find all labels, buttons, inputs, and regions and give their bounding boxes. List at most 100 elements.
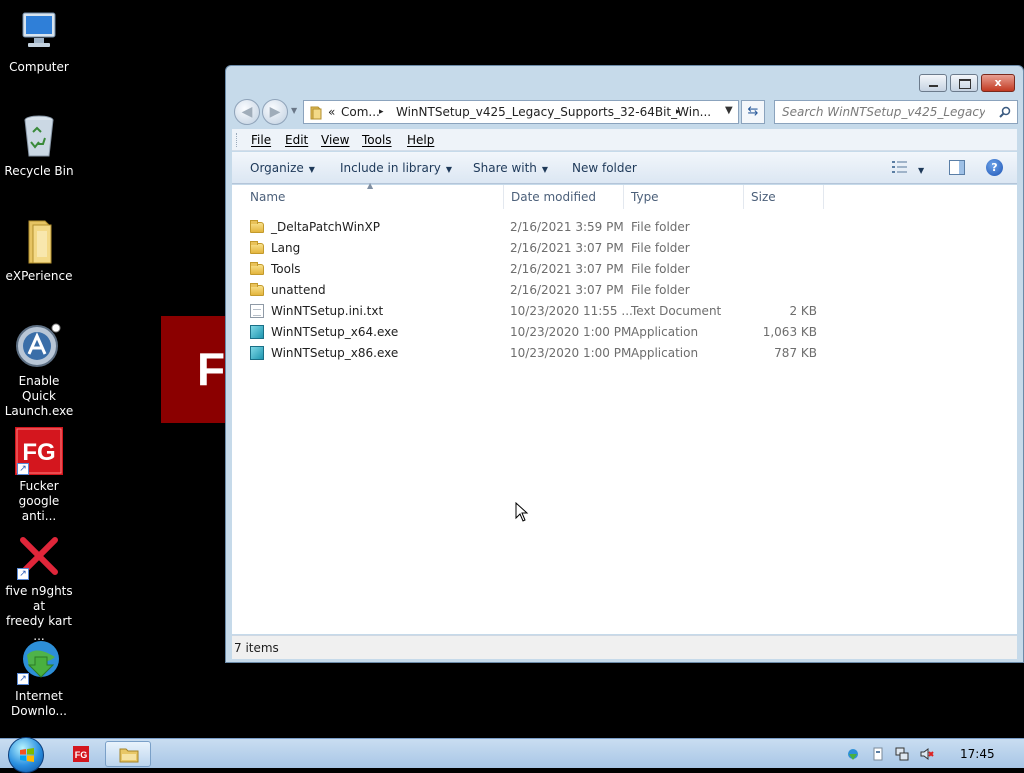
breadcrumb-overflow[interactable]: «: [328, 105, 335, 119]
share-with-button[interactable]: Share with ▼: [473, 161, 548, 175]
fg-app-icon: FG: [73, 746, 89, 762]
file-row[interactable]: unattend 2/16/2021 3:07 PM File folder: [247, 280, 827, 301]
close-button[interactable]: x: [981, 74, 1015, 92]
column-header-date-modified[interactable]: Date modified: [504, 185, 624, 209]
desktop-icon-internet-download-manager[interactable]: ↗ Internet Downlo...: [0, 637, 78, 719]
file-date: 10/23/2020 1:00 PM: [510, 346, 632, 360]
desktop-icon-label: Enable Quick: [18, 374, 60, 403]
recycle-bin-icon: [15, 112, 63, 160]
back-button[interactable]: ◀: [234, 99, 260, 125]
folder-icon: [250, 262, 264, 275]
column-header-name[interactable]: Name: [243, 185, 504, 209]
folder-icon: [250, 283, 264, 296]
file-type: File folder: [631, 241, 690, 255]
menu-view[interactable]: View: [321, 133, 349, 147]
folder-icon: [250, 220, 264, 233]
status-bar: 7 items: [232, 635, 1017, 659]
chevron-down-icon: ▼: [918, 166, 925, 175]
folder-icon: [15, 217, 63, 265]
file-type: File folder: [631, 220, 690, 234]
menu-edit[interactable]: Edit: [285, 133, 308, 147]
network-globe-icon[interactable]: [846, 747, 860, 761]
folder-icon: [119, 748, 139, 763]
refresh-button[interactable]: ⇆: [741, 100, 765, 124]
help-button[interactable]: ?: [986, 159, 1003, 176]
desktop-icon-label: Computer: [9, 60, 69, 74]
recent-pages-dropdown[interactable]: ▼: [291, 106, 297, 115]
column-headers: ▲ Name Date modified Type Size: [232, 181, 1017, 209]
minimize-button[interactable]: [919, 74, 947, 92]
file-name: unattend: [271, 283, 326, 297]
desktop-icon-enable-quick-launch[interactable]: Enable Quick Launch.exe: [0, 322, 78, 419]
system-clock[interactable]: 17:45: [960, 747, 995, 761]
search-box[interactable]: [774, 100, 1018, 124]
change-view-button[interactable]: ▼: [892, 161, 924, 176]
desktop-icon-five-nights-shortcut[interactable]: ↗ five n9ghts at freedy kart ...: [0, 532, 78, 644]
broken-shortcut-icon: ↗: [15, 532, 63, 580]
breadcrumb-current-folder[interactable]: WinNTSetup_v425_Legacy_Supports_32-64Bit…: [396, 105, 711, 119]
file-row[interactable]: WinNTSetup.ini.txt 10/23/2020 11:55 ... …: [247, 301, 827, 322]
shortcut-arrow-icon: ↗: [17, 673, 29, 685]
application-icon: [250, 346, 264, 360]
desktop-icon-experience[interactable]: eXPerience: [0, 217, 78, 284]
file-size: 787 KB: [774, 346, 817, 360]
include-in-library-label: Include in library: [340, 161, 441, 175]
file-row[interactable]: WinNTSetup_x86.exe 10/23/2020 1:00 PM Ap…: [247, 343, 827, 364]
desktop-icon-fg-shortcut[interactable]: FG ↗ Fucker google anti...: [0, 427, 78, 524]
menu-bar: File Edit View Tools Help: [232, 129, 1017, 151]
maximize-button[interactable]: [950, 74, 978, 92]
file-name: WinNTSetup_x86.exe: [271, 346, 399, 360]
breadcrumb-separator[interactable]: ▸: [379, 107, 384, 117]
file-type: File folder: [631, 283, 690, 297]
preview-pane-button[interactable]: [949, 160, 965, 175]
column-header-type[interactable]: Type: [624, 185, 744, 209]
file-name: Tools: [271, 262, 301, 276]
file-type: Application: [631, 346, 699, 360]
file-size: 1,063 KB: [762, 325, 817, 339]
file-row[interactable]: _DeltaPatchWinXP 2/16/2021 3:59 PM File …: [247, 217, 827, 238]
new-folder-button[interactable]: New folder: [572, 161, 637, 175]
desktop-icon-label: Internet: [15, 689, 63, 703]
shortcut-arrow-icon: ↗: [17, 568, 29, 580]
autoit-icon: [15, 322, 63, 370]
desktop-icon-computer[interactable]: Computer: [0, 8, 78, 75]
command-bar: Organize ▼ Include in library ▼ Share with…: [232, 152, 1017, 184]
menu-tools[interactable]: Tools: [362, 133, 392, 147]
forward-button[interactable]: ▶: [262, 99, 288, 125]
organize-button[interactable]: Organize ▼: [250, 161, 315, 175]
file-date: 10/23/2020 11:55 ...: [510, 304, 633, 318]
breadcrumb-separator[interactable]: ▸: [676, 107, 681, 117]
include-in-library-button[interactable]: Include in library ▼: [340, 161, 452, 175]
desktop-icon-recycle-bin[interactable]: Recycle Bin: [0, 112, 78, 179]
menu-file[interactable]: File: [251, 133, 271, 147]
file-row[interactable]: Lang 2/16/2021 3:07 PM File folder: [247, 238, 827, 259]
file-type: Text Document: [631, 304, 722, 318]
breadcrumb-computer[interactable]: Com...: [341, 105, 380, 119]
search-input[interactable]: [775, 101, 985, 123]
menu-grip: [236, 133, 239, 147]
explorer-window: x ◀ ▶ ▼ « Com... ▸ WinNTSetup_v425_Legac…: [225, 65, 1024, 663]
menu-help[interactable]: Help: [407, 133, 434, 147]
file-list[interactable]: ▲ Name Date modified Type Size _DeltaPat…: [232, 181, 1017, 634]
network-icon[interactable]: [895, 747, 909, 761]
file-type: File folder: [631, 262, 690, 276]
taskbar-windows-explorer[interactable]: [105, 741, 151, 767]
title-bar[interactable]: x: [226, 66, 1023, 96]
file-row[interactable]: WinNTSetup_x64.exe 10/23/2020 1:00 PM Ap…: [247, 322, 827, 343]
banner-letter: F: [197, 343, 226, 395]
background-app-window[interactable]: F: [161, 316, 231, 423]
file-date: 10/23/2020 1:00 PM: [510, 325, 632, 339]
navigation-bar: ◀ ▶ ▼ « Com... ▸ WinNTSetup_v425_Legacy_…: [231, 97, 1021, 125]
taskbar-fg-app[interactable]: FG: [58, 741, 104, 767]
taskbar: FG 17:45: [0, 737, 1024, 773]
column-header-size[interactable]: Size: [744, 185, 824, 209]
chevron-down-icon: ▼: [541, 165, 549, 174]
address-dropdown-icon[interactable]: ▼: [725, 105, 733, 116]
safely-remove-hardware-icon[interactable]: [871, 747, 885, 761]
search-icon[interactable]: [999, 106, 1011, 118]
file-name: WinNTSetup.ini.txt: [271, 304, 384, 318]
file-row[interactable]: Tools 2/16/2021 3:07 PM File folder: [247, 259, 827, 280]
address-bar[interactable]: « Com... ▸ WinNTSetup_v425_Legacy_Suppor…: [303, 100, 739, 124]
chevron-down-icon: ▼: [308, 165, 315, 174]
volume-muted-icon[interactable]: [920, 747, 934, 761]
